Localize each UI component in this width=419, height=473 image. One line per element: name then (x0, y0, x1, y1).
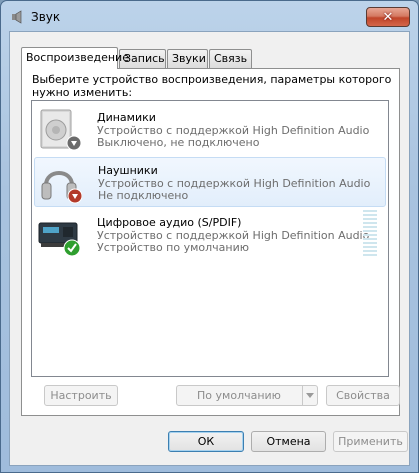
window-title: Звук (31, 10, 61, 24)
configure-button[interactable]: Настроить (44, 385, 118, 406)
device-name: Наушники (98, 164, 158, 177)
device-item-speakers[interactable]: Динамики Устройство с поддержкой High De… (34, 105, 386, 155)
instruction-text: Выберите устройство воспроизведения, пар… (32, 73, 392, 99)
title-bar[interactable]: Звук ✕ (1, 1, 418, 31)
speakers-icon (40, 109, 81, 151)
device-name: Цифровое аудио (S/PDIF) (97, 216, 242, 229)
cancel-button[interactable]: Отмена (251, 431, 326, 452)
set-default-label: По умолчанию (197, 389, 281, 402)
device-status: Устройство по умолчанию (97, 241, 250, 254)
playback-panel: Выберите устройство воспроизведения, пар… (21, 68, 400, 416)
device-list[interactable]: Динамики Устройство с поддержкой High De… (31, 100, 389, 377)
device-item-headphones[interactable]: Наушники Устройство с поддержкой High De… (34, 157, 386, 207)
volume-meter (363, 210, 377, 257)
chevron-down-icon[interactable] (302, 386, 317, 405)
device-name: Динамики (97, 111, 156, 124)
tab-communications[interactable]: Связь (209, 49, 252, 68)
tab-playback[interactable]: Воспроизведение (21, 47, 129, 69)
device-status: Не подключено (98, 189, 189, 202)
close-button[interactable]: ✕ (366, 7, 410, 27)
ok-button[interactable]: ОК (168, 431, 244, 452)
down-arrow-badge (66, 135, 81, 151)
sound-dialog-window: Звук ✕ Воспроизведение Запись Звуки Связ… (0, 0, 419, 473)
device-status: Выключено, не подключено (97, 136, 260, 149)
checkmark-badge (63, 239, 81, 257)
speaker-icon (12, 10, 22, 24)
dialog-client-area: Воспроизведение Запись Звуки Связь Выбер… (9, 31, 410, 466)
set-default-button[interactable]: По умолчанию (176, 385, 318, 406)
headphones-icon (41, 171, 82, 204)
device-item-digital-audio[interactable]: Цифровое аудио (S/PDIF) Устройство с под… (34, 210, 386, 260)
close-icon: ✕ (382, 9, 394, 25)
apply-button[interactable]: Применить (333, 431, 408, 452)
down-arrow-red-badge (67, 188, 82, 204)
properties-button[interactable]: Свойства (326, 385, 400, 406)
tab-sounds[interactable]: Звуки (167, 49, 208, 68)
digital-audio-icon (38, 222, 81, 257)
